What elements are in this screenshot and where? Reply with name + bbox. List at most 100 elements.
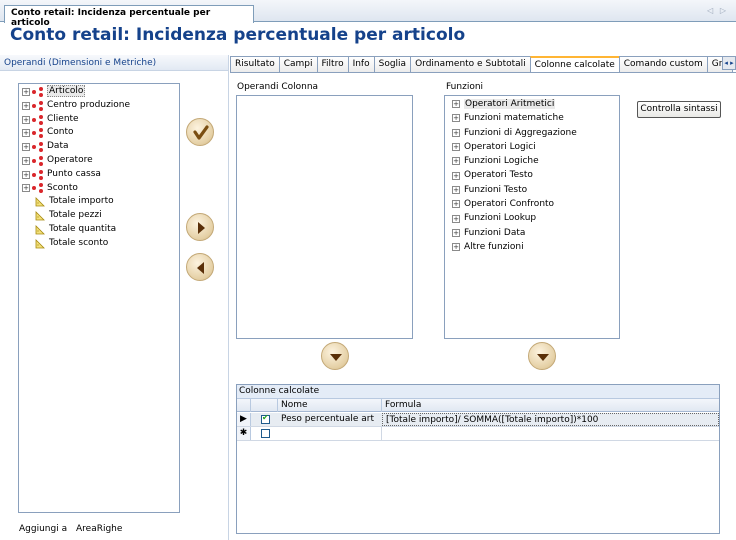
- confirm-button[interactable]: [186, 118, 214, 146]
- functions-label: Funzioni: [446, 82, 484, 92]
- tree-item-label: Centro produzione: [47, 99, 131, 110]
- tree-item-label: Cliente: [47, 113, 79, 124]
- operands-panel-header: Operandi (Dimensioni e Metriche): [0, 55, 228, 71]
- tab-info[interactable]: Info: [347, 56, 375, 73]
- panel-splitter[interactable]: [228, 55, 229, 540]
- expand-icon[interactable]: +: [452, 185, 460, 194]
- tree-item-label: Totale sconto: [49, 237, 109, 248]
- function-group-label: Funzioni matematiche: [464, 113, 564, 124]
- tab-risultato[interactable]: Risultato: [230, 56, 280, 73]
- insert-function-button[interactable]: [528, 342, 556, 370]
- tree-item[interactable]: + Centro produzione: [19, 99, 179, 113]
- tree-item[interactable]: + Sconto: [19, 182, 179, 196]
- expand-icon[interactable]: +: [452, 200, 460, 209]
- document-tab[interactable]: Conto retail: Incidenza percentuale per …: [4, 5, 254, 28]
- tree-item[interactable]: + Conto: [19, 126, 179, 140]
- column-header-nome[interactable]: Nome: [278, 399, 382, 412]
- expand-icon[interactable]: +: [22, 101, 30, 110]
- expand-icon[interactable]: +: [452, 143, 460, 152]
- tree-item[interactable]: Totale sconto: [19, 237, 179, 251]
- checkmark-icon: [193, 125, 209, 140]
- expand-icon[interactable]: +: [452, 228, 460, 237]
- expand-icon[interactable]: +: [22, 170, 30, 179]
- new-row-name-cell[interactable]: [278, 427, 382, 440]
- row-name-cell[interactable]: Peso percentuale art: [278, 413, 382, 426]
- column-header-formula[interactable]: Formula: [382, 399, 719, 412]
- tree-item[interactable]: Totale importo: [19, 195, 179, 209]
- column-operands-label: Operandi Colonna: [237, 82, 319, 92]
- tree-item-label: Punto cassa: [47, 168, 101, 179]
- tree-item-label: Totale importo: [49, 196, 114, 207]
- dimension-icon: [32, 183, 44, 194]
- page-title: Conto retail: Incidenza percentuale per …: [10, 25, 466, 45]
- row-enabled-checkbox[interactable]: [261, 413, 270, 424]
- metric-icon: [35, 197, 45, 207]
- tree-item[interactable]: + Data: [19, 140, 179, 154]
- row-formula-cell[interactable]: [Totale importo]/ SOMMA([Totale importo]…: [382, 413, 719, 426]
- tree-item-label: Data: [47, 141, 69, 152]
- add-to-select[interactable]: AreaRighe: [76, 524, 122, 534]
- tree-item-label: Sconto: [47, 182, 78, 193]
- function-group-item[interactable]: + Operatori Logici: [445, 140, 619, 154]
- expand-icon[interactable]: +: [452, 100, 460, 109]
- expand-icon[interactable]: +: [22, 87, 30, 96]
- expand-icon[interactable]: +: [452, 171, 460, 180]
- function-group-item[interactable]: + Operatori Aritmetici: [445, 97, 619, 111]
- tree-item[interactable]: + Articolo: [19, 85, 179, 99]
- expand-icon[interactable]: +: [22, 143, 30, 152]
- tree-item[interactable]: Totale pezzi: [19, 209, 179, 223]
- tab-comando-custom[interactable]: Comando custom: [618, 56, 708, 73]
- function-group-label: Operatori Testo: [464, 170, 533, 181]
- table-row[interactable]: ▶ Peso percentuale art [Totale importo]/…: [237, 413, 719, 427]
- tab-soglia[interactable]: Soglia: [373, 56, 412, 73]
- function-group-item[interactable]: + Altre funzioni: [445, 240, 619, 254]
- tree-item[interactable]: + Operatore: [19, 154, 179, 168]
- expand-icon[interactable]: +: [22, 129, 30, 138]
- dimension-icon: [32, 169, 44, 180]
- metric-icon: [35, 238, 45, 249]
- remove-operand-button[interactable]: [186, 253, 214, 281]
- tab-campi[interactable]: Campi: [278, 56, 318, 73]
- function-group-item[interactable]: + Funzioni Logiche: [445, 154, 619, 168]
- document-nav-arrows[interactable]: ◁ ▷: [707, 6, 728, 15]
- dimension-icon: [32, 155, 44, 166]
- expand-icon[interactable]: +: [452, 128, 460, 137]
- expand-icon[interactable]: +: [452, 114, 460, 123]
- operands-tree[interactable]: + Articolo + Centro produzione + Cliente + Cont…: [18, 83, 180, 513]
- function-group-item[interactable]: + Funzioni matematiche: [445, 111, 619, 125]
- function-group-label: Operatori Logici: [464, 141, 536, 152]
- expand-icon[interactable]: +: [22, 184, 30, 193]
- tree-item-label: Articolo: [47, 85, 86, 97]
- tree-item[interactable]: Totale quantita: [19, 223, 179, 237]
- expand-icon[interactable]: +: [22, 156, 30, 165]
- check-syntax-button[interactable]: Controlla sintassi: [637, 101, 721, 118]
- tab-filtro[interactable]: Filtro: [316, 56, 349, 73]
- function-group-item[interactable]: + Funzioni Testo: [445, 183, 619, 197]
- insert-operand-button[interactable]: [321, 342, 349, 370]
- expand-icon[interactable]: +: [452, 157, 460, 166]
- new-row-formula-cell[interactable]: [382, 427, 719, 440]
- column-operands-list[interactable]: [236, 95, 413, 339]
- function-group-item[interactable]: + Funzioni Data: [445, 226, 619, 240]
- expand-icon[interactable]: +: [22, 115, 30, 124]
- function-group-item[interactable]: + Operatori Testo: [445, 168, 619, 182]
- expand-icon[interactable]: +: [452, 243, 460, 252]
- expand-icon[interactable]: +: [452, 214, 460, 223]
- new-row-checkbox[interactable]: [261, 429, 270, 438]
- new-row-icon: ✱: [237, 427, 251, 440]
- header-checkbox-cell: [251, 399, 278, 412]
- dimension-icon: [32, 114, 44, 125]
- function-group-item[interactable]: + Funzioni di Aggregazione: [445, 126, 619, 140]
- tab-ordinamento-e-subtotali[interactable]: Ordinamento e Subtotali: [410, 56, 531, 73]
- tree-item[interactable]: + Cliente: [19, 113, 179, 127]
- tree-item[interactable]: + Punto cassa: [19, 168, 179, 182]
- functions-tree[interactable]: + Operatori Aritmetici + Funzioni matematic…: [444, 95, 620, 339]
- function-group-item[interactable]: + Operatori Confronto: [445, 197, 619, 211]
- arrow-right-icon: [198, 222, 205, 234]
- dimension-icon: [32, 128, 44, 139]
- function-group-item[interactable]: + Funzioni Lookup: [445, 211, 619, 225]
- new-row[interactable]: ✱: [237, 427, 719, 441]
- add-operand-button[interactable]: [186, 213, 214, 241]
- tab-scroll-arrows[interactable]: ◂ ▸: [722, 56, 736, 70]
- tab-colonne-calcolate[interactable]: Colonne calcolate: [529, 56, 620, 73]
